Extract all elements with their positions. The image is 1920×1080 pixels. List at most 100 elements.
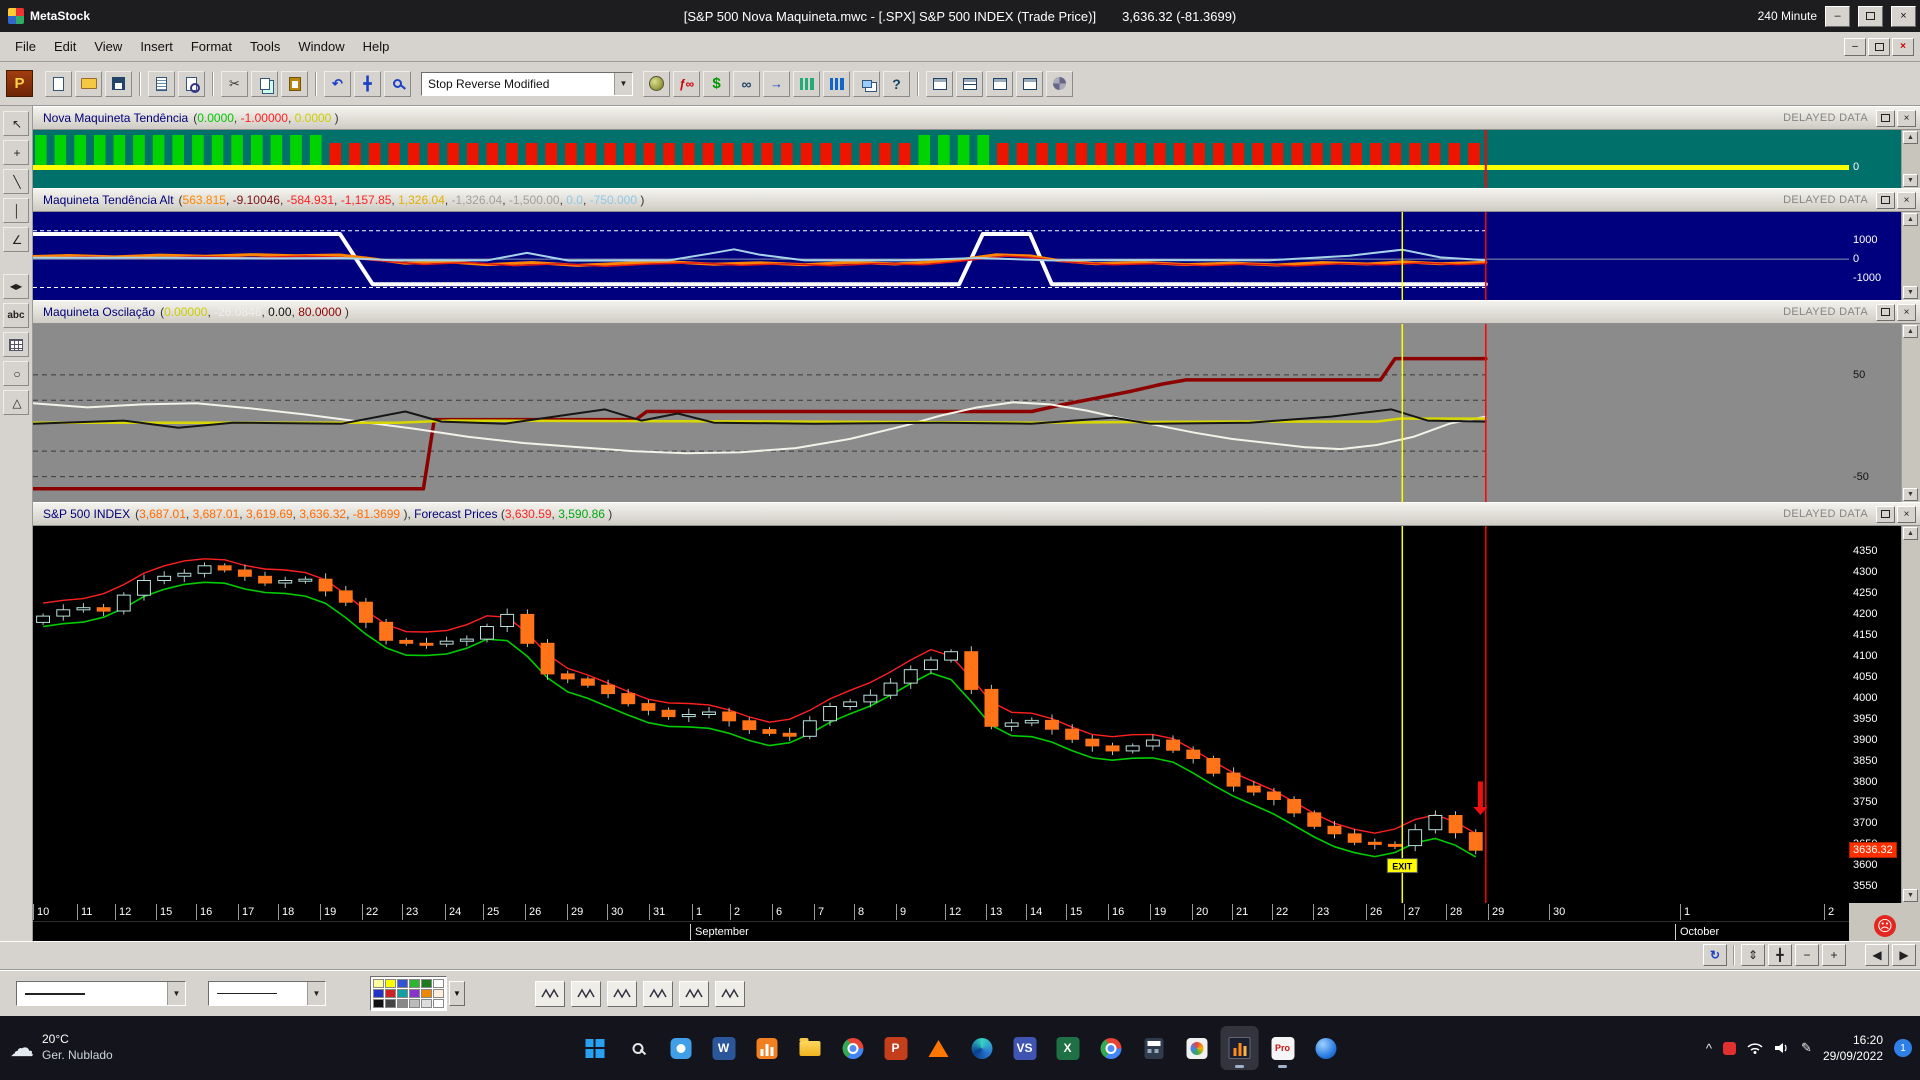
system-dropdown[interactable]: Stop Reverse Modified ▼ — [421, 72, 633, 96]
palette-color[interactable] — [421, 999, 432, 1008]
triangle-tool[interactable]: △ — [3, 390, 29, 415]
forward-icon[interactable]: → — [763, 71, 790, 97]
menu-edit[interactable]: Edit — [45, 35, 85, 58]
scroll-up-icon[interactable]: ▲ — [1903, 325, 1918, 338]
panel-header-tendencia[interactable]: Nova Maquineta Tendência (0.0000, -1.000… — [33, 106, 1920, 130]
undo-icon[interactable]: ↶ — [324, 71, 351, 97]
panel-restore-button[interactable] — [1876, 506, 1895, 523]
scroll-right-button[interactable]: ▶ — [1892, 944, 1916, 966]
zoom-out-button[interactable]: − — [1795, 944, 1819, 966]
palette-color[interactable] — [433, 979, 444, 988]
scale-lock-button[interactable]: ⇕ — [1741, 944, 1765, 966]
notification-badge[interactable]: 1 — [1894, 1039, 1912, 1057]
palette-color[interactable] — [397, 999, 408, 1008]
tray-expand-icon[interactable]: ^ — [1706, 1041, 1712, 1056]
palette-color[interactable] — [373, 999, 384, 1008]
chart-options-icon[interactable] — [1046, 71, 1073, 97]
edge-browser[interactable] — [963, 1026, 1001, 1070]
line-weight-dropdown[interactable]: ▼ — [208, 981, 326, 1006]
photos-app[interactable] — [1178, 1026, 1216, 1070]
panel-scrollbar[interactable]: ▲ ▼ — [1901, 212, 1920, 300]
pointer-tool[interactable]: ↖ — [3, 111, 29, 136]
pan-chart-button[interactable]: ╋ — [1768, 944, 1792, 966]
pan-icon[interactable]: ╋ — [354, 71, 381, 97]
palette-color[interactable] — [421, 979, 432, 988]
upload-chart-icon[interactable] — [793, 71, 820, 97]
tendencia-chart[interactable] — [33, 130, 1849, 188]
power-console-button[interactable]: P — [6, 70, 33, 97]
line-style-dropdown[interactable]: ▼ — [16, 981, 186, 1006]
chevron-down-icon[interactable]: ▼ — [167, 982, 185, 1005]
tray-alert-icon[interactable] — [1723, 1042, 1736, 1055]
oscilacao-chart[interactable] — [33, 324, 1849, 502]
menu-view[interactable]: View — [85, 35, 131, 58]
grid-tool[interactable] — [3, 332, 29, 357]
scroll-up-icon[interactable]: ▲ — [1903, 213, 1918, 226]
new-chart-icon[interactable] — [45, 71, 72, 97]
scroll-down-icon[interactable]: ▼ — [1903, 889, 1918, 902]
palette-color[interactable] — [373, 989, 384, 998]
explorer-icon[interactable] — [643, 71, 670, 97]
scroll-down-icon[interactable]: ▼ — [1903, 488, 1918, 501]
panel-header-tendencia-alt[interactable]: Maquineta Tendência Alt (563.815, -9.100… — [33, 188, 1920, 212]
refresh-chart-button[interactable]: ↻ — [1703, 944, 1727, 966]
volume-icon[interactable] — [1774, 1042, 1790, 1054]
palette-color[interactable] — [373, 979, 384, 988]
menu-format[interactable]: Format — [182, 35, 241, 58]
chevron-down-icon[interactable]: ▼ — [614, 73, 632, 95]
document-minimize-button[interactable]: – — [1844, 38, 1866, 56]
palette-color[interactable] — [409, 989, 420, 998]
palette-color[interactable] — [421, 989, 432, 998]
weather-widget[interactable]: ☁ 20°C Ger. Nublado — [10, 1016, 113, 1080]
panel-header-oscilacao[interactable]: Maquineta Oscilação (0.00000, -26.0846, … — [33, 300, 1920, 324]
menu-file[interactable]: File — [6, 35, 45, 58]
arrange-windows-icon[interactable] — [1016, 71, 1043, 97]
zoom-icon[interactable] — [384, 71, 411, 97]
sphere-app[interactable] — [1307, 1026, 1345, 1070]
wifi-icon[interactable] — [1747, 1042, 1763, 1054]
paste-icon[interactable] — [281, 71, 308, 97]
maximize-button[interactable] — [1858, 6, 1883, 27]
panel-close-button[interactable]: × — [1897, 304, 1916, 321]
save-chart-icon[interactable] — [105, 71, 132, 97]
ellipse-tool[interactable]: ○ — [3, 361, 29, 386]
palette-color[interactable] — [433, 999, 444, 1008]
panel-close-button[interactable]: × — [1897, 110, 1916, 127]
palette-color[interactable] — [409, 979, 420, 988]
camera-app[interactable] — [662, 1026, 700, 1070]
zigzag-style-button-4[interactable] — [643, 981, 673, 1007]
word-app[interactable]: W — [705, 1026, 743, 1070]
print-preview-icon[interactable] — [178, 71, 205, 97]
cut-icon[interactable]: ✂ — [221, 71, 248, 97]
palette-color[interactable] — [385, 999, 396, 1008]
vertical-line-tool[interactable]: │ — [3, 198, 29, 223]
menu-insert[interactable]: Insert — [131, 35, 182, 58]
open-chart-icon[interactable] — [75, 71, 102, 97]
scroll-left-button[interactable]: ◀ — [1865, 944, 1889, 966]
panel-close-button[interactable]: × — [1897, 192, 1916, 209]
scroll-down-icon[interactable]: ▼ — [1903, 286, 1918, 299]
document-restore-button[interactable] — [1868, 38, 1890, 56]
scan-icon[interactable]: ∞ — [733, 71, 760, 97]
scroll-down-icon[interactable]: ▼ — [1903, 174, 1918, 187]
panel-scrollbar[interactable]: ▲ ▼ — [1901, 526, 1920, 903]
search-button[interactable] — [619, 1026, 657, 1070]
panel-close-button[interactable]: × — [1897, 506, 1916, 523]
dollar-icon[interactable]: $ — [703, 71, 730, 97]
crosshair-tool[interactable]: + — [3, 140, 29, 165]
close-button[interactable]: × — [1891, 6, 1916, 27]
download-chart-icon[interactable] — [823, 71, 850, 97]
angle-line-tool[interactable]: ∠ — [3, 227, 29, 252]
zigzag-style-button-6[interactable] — [715, 981, 745, 1007]
zigzag-style-button-5[interactable] — [679, 981, 709, 1007]
palette-color[interactable] — [397, 979, 408, 988]
panel-restore-button[interactable] — [1876, 110, 1895, 127]
scroll-arrows-tool[interactable]: ◀▶ — [3, 274, 29, 299]
palette-color[interactable] — [409, 999, 420, 1008]
menu-tools[interactable]: Tools — [241, 35, 289, 58]
start-button[interactable] — [576, 1026, 614, 1070]
vlc-app[interactable] — [920, 1026, 958, 1070]
pen-icon[interactable]: ✎ — [1801, 1040, 1812, 1056]
minimize-button[interactable]: – — [1825, 6, 1850, 27]
zigzag-style-button-2[interactable] — [571, 981, 601, 1007]
